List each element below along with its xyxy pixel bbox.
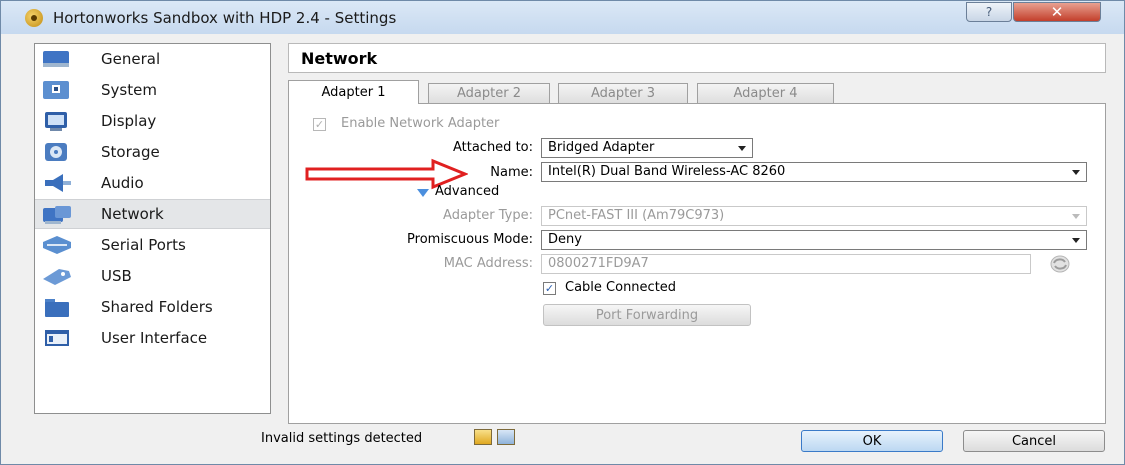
adapter-type-label: Adapter Type: <box>443 208 533 223</box>
general-icon <box>43 51 69 67</box>
help-button[interactable]: ? <box>966 2 1012 22</box>
warning-details-icon[interactable] <box>497 429 515 445</box>
sidebar-item-storage[interactable]: Storage <box>35 137 270 167</box>
advanced-toggle-label[interactable]: Advanced <box>435 184 499 199</box>
chevron-down-icon <box>1072 214 1080 219</box>
user-interface-icon <box>45 330 69 346</box>
chevron-down-icon <box>1072 238 1080 243</box>
adapter-panel: ✓ Enable Network Adapter Attached to: Br… <box>288 103 1106 424</box>
sidebar-item-shared-folders[interactable]: Shared Folders <box>35 292 270 322</box>
sidebar-item-label: USB <box>101 267 132 285</box>
sidebar-item-general[interactable]: General <box>35 44 270 74</box>
cable-connected-checkbox[interactable]: ✓ <box>543 282 556 295</box>
tab-adapter-4[interactable]: Adapter 4 <box>697 83 834 103</box>
sidebar-item-system[interactable]: System <box>35 75 270 105</box>
close-icon: ✕ <box>1050 3 1064 21</box>
mac-address-value: 0800271FD9A7 <box>548 256 649 271</box>
invalid-settings-status: Invalid settings detected <box>261 431 423 446</box>
settings-window: Hortonworks Sandbox with HDP 2.4 - Setti… <box>0 0 1125 465</box>
promiscuous-mode-select[interactable]: Deny <box>541 230 1087 250</box>
adapter-type-select[interactable]: PCnet-FAST III (Am79C973) <box>541 206 1087 226</box>
tab-adapter-1[interactable]: Adapter 1 <box>288 80 419 104</box>
sidebar-item-label: Serial Ports <box>101 236 186 254</box>
storage-icon <box>45 143 67 161</box>
settings-sidebar: General System Display Storage Audio Net… <box>34 43 271 414</box>
refresh-mac-icon[interactable] <box>1049 254 1071 274</box>
window-title: Hortonworks Sandbox with HDP 2.4 - Setti… <box>53 9 397 27</box>
network-page: Network Adapter 1 Adapter 2 Adapter 3 Ad… <box>288 43 1108 424</box>
page-header: Network <box>288 43 1106 73</box>
sidebar-item-label: General <box>101 50 161 68</box>
attached-to-label: Attached to: <box>452 140 533 155</box>
sidebar-item-usb[interactable]: USB <box>35 261 270 291</box>
mac-address-label: MAC Address: <box>443 256 533 271</box>
sidebar-item-label: Display <box>101 112 157 130</box>
attached-to-value: Bridged Adapter <box>548 140 655 155</box>
mac-address-field[interactable]: 0800271FD9A7 <box>541 254 1031 274</box>
network-icon <box>43 206 71 224</box>
display-icon <box>45 112 67 131</box>
adapter-type-value: PCnet-FAST III (Am79C973) <box>548 208 725 223</box>
port-forwarding-button[interactable]: Port Forwarding <box>543 304 751 326</box>
warning-icon[interactable] <box>474 429 492 445</box>
close-button[interactable]: ✕ <box>1013 2 1101 22</box>
system-icon <box>43 81 69 99</box>
sidebar-item-label: Shared Folders <box>101 298 213 316</box>
attached-to-select[interactable]: Bridged Adapter <box>541 138 753 158</box>
chevron-down-icon <box>738 146 746 151</box>
sidebar-item-label: Storage <box>101 143 160 161</box>
page-title: Network <box>301 49 378 68</box>
tab-adapter-2[interactable]: Adapter 2 <box>428 83 550 103</box>
sidebar-item-audio[interactable]: Audio <box>35 168 270 198</box>
adapter-name-value: Intel(R) Dual Band Wireless-AC 8260 <box>548 164 786 179</box>
sidebar-item-label: System <box>101 81 157 99</box>
tab-adapter-3[interactable]: Adapter 3 <box>558 83 688 103</box>
enable-adapter-checkbox[interactable]: ✓ <box>313 118 326 131</box>
usb-icon <box>43 269 71 285</box>
ok-button[interactable]: OK <box>801 430 943 452</box>
advanced-chevron-icon[interactable] <box>416 188 430 198</box>
sidebar-item-label: User Interface <box>101 329 208 347</box>
sidebar-item-network[interactable]: Network <box>35 199 270 229</box>
sidebar-item-serial-ports[interactable]: Serial Ports <box>35 230 270 260</box>
enable-adapter-label: Enable Network Adapter <box>341 116 500 131</box>
chevron-down-icon <box>1072 170 1080 175</box>
audio-icon <box>45 174 71 192</box>
sidebar-item-label: Audio <box>101 174 144 192</box>
virtualbox-app-icon <box>25 9 43 27</box>
help-icon: ? <box>985 5 993 19</box>
title-bar: Hortonworks Sandbox with HDP 2.4 - Setti… <box>1 1 1124 34</box>
cancel-button[interactable]: Cancel <box>963 430 1105 452</box>
cable-connected-label: Cable Connected <box>565 280 677 295</box>
promiscuous-mode-value: Deny <box>548 232 582 247</box>
sidebar-item-label: Network <box>101 205 164 223</box>
serial-ports-icon <box>43 236 71 254</box>
sidebar-item-display[interactable]: Display <box>35 106 270 136</box>
adapter-name-select[interactable]: Intel(R) Dual Band Wireless-AC 8260 <box>541 162 1087 182</box>
sidebar-item-user-interface[interactable]: User Interface <box>35 323 270 353</box>
promiscuous-mode-label: Promiscuous Mode: <box>407 232 533 247</box>
shared-folders-icon <box>45 299 69 317</box>
